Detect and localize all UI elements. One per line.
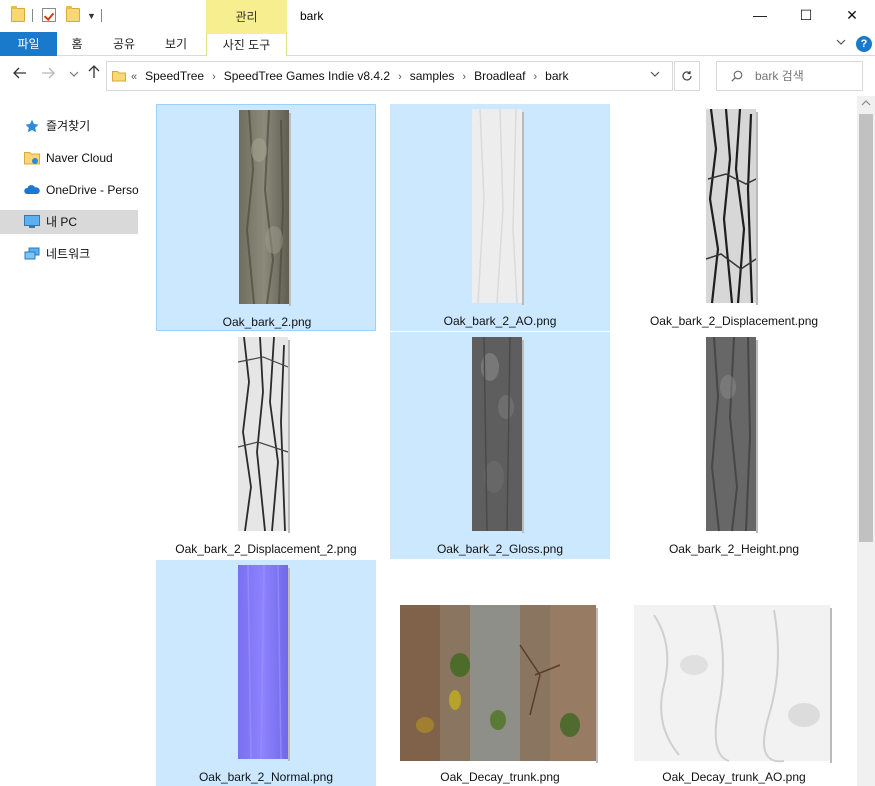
back-arrow-icon	[13, 67, 26, 79]
thumbnail-bark-color	[239, 110, 291, 306]
nav-item-label: 즐겨찾기	[46, 119, 91, 133]
help-icon[interactable]: ?	[856, 36, 872, 52]
file-list: Oak_bark_2.png Oak_bark_2_AO.png Oak_bar…	[142, 96, 856, 786]
navigation-bar: « SpeedTree › SpeedTree Games Indie v8.4.2 ›…	[0, 57, 875, 95]
tab-picture-tools[interactable]: 사진 도구	[206, 32, 287, 56]
star-icon	[25, 119, 39, 133]
chevron-down-icon	[69, 71, 79, 77]
breadcrumb-separator-icon[interactable]: ›	[533, 71, 537, 83]
properties-icon[interactable]	[42, 8, 56, 22]
search-input[interactable]	[755, 68, 855, 84]
vertical-scrollbar[interactable]	[857, 96, 875, 786]
qa-separator	[32, 9, 33, 22]
nav-item-onedrive[interactable]: OneDrive - Perso	[0, 178, 139, 202]
forward-arrow-icon	[42, 67, 55, 79]
tab-share[interactable]: 공유	[104, 32, 144, 56]
file-tile[interactable]: Oak_bark_2_Displacement_2.png	[156, 332, 376, 559]
file-tile[interactable]: Oak_bark_2_Normal.png	[156, 560, 376, 786]
expand-ribbon-icon[interactable]	[836, 37, 846, 47]
tab-view[interactable]: 보기	[156, 32, 196, 56]
up-arrow-icon	[88, 65, 100, 78]
breadcrumb-separator-icon[interactable]: ›	[212, 71, 216, 83]
search-icon	[731, 70, 743, 82]
thumbnail-decay-trunk-ao	[634, 605, 832, 763]
address-history-dropdown-icon[interactable]	[650, 70, 660, 78]
thumbnail-decay-trunk	[400, 605, 598, 763]
file-tile[interactable]: Oak_Decay_trunk_AO.png	[624, 560, 844, 786]
file-tile[interactable]: Oak_bark_2_AO.png	[390, 104, 610, 331]
scroll-up-arrow-icon[interactable]	[861, 100, 871, 106]
search-box[interactable]	[716, 61, 863, 91]
nav-item-network[interactable]: 네트워크	[0, 242, 138, 266]
navigation-pane: 즐겨찾기 Naver Cloud OneDrive - Perso 내 PC 네…	[0, 104, 142, 786]
pc-icon	[24, 215, 40, 228]
breadcrumb-overflow[interactable]: «	[131, 71, 137, 83]
nav-item-naver-cloud[interactable]: Naver Cloud	[0, 146, 138, 170]
file-tile[interactable]: Oak_bark_2_Gloss.png	[390, 332, 610, 559]
breadcrumb-separator-icon[interactable]: ›	[398, 71, 402, 83]
breadcrumb-item[interactable]: bark	[545, 69, 568, 83]
cloud-folder-icon	[24, 152, 40, 165]
file-name: Oak_bark_2_AO.png	[443, 314, 557, 328]
thumbnail-bark-ao	[472, 109, 524, 305]
ribbon-tabs: 파일 홈 공유 보기 사진 도구 ?	[0, 32, 875, 56]
file-tile[interactable]: Oak_bark_2_Height.png	[624, 332, 844, 559]
thumbnail-bark-gloss	[472, 337, 524, 533]
new-folder-icon[interactable]	[66, 6, 80, 22]
file-name: Oak_Decay_trunk.png	[440, 770, 560, 784]
minimize-button[interactable]: —	[737, 0, 783, 32]
breadcrumb-item[interactable]: Broadleaf	[474, 69, 525, 83]
file-tile[interactable]: Oak_Decay_trunk.png	[390, 560, 610, 786]
nav-item-label: 네트워크	[46, 247, 91, 261]
thumbnail-bark-height	[706, 337, 758, 533]
thumbnail-bark-displacement-2	[238, 337, 290, 533]
breadcrumb-item[interactable]: SpeedTree	[145, 69, 204, 83]
file-explorer-window: ▼ 관리 bark — ☐ ✕ 파일 홈 공유 보기 사진 도구 ? « Spe…	[0, 0, 875, 786]
maximize-button[interactable]: ☐	[783, 0, 829, 32]
file-name: Oak_bark_2_Displacement_2.png	[175, 542, 357, 556]
folder-icon	[112, 71, 126, 82]
refresh-button[interactable]	[674, 61, 700, 91]
tab-home[interactable]: 홈	[62, 32, 92, 56]
close-button[interactable]: ✕	[829, 0, 875, 32]
file-tile[interactable]: Oak_bark_2_Displacement.png	[624, 104, 844, 331]
nav-item-quick-access[interactable]: 즐겨찾기	[0, 114, 138, 138]
back-button[interactable]	[10, 65, 30, 85]
thumbnail-bark-displacement	[706, 109, 758, 305]
breadcrumb-separator-icon[interactable]: ›	[462, 71, 466, 83]
nav-item-label: 내 PC	[46, 215, 78, 229]
window-title: bark	[300, 9, 324, 23]
breadcrumb: « SpeedTree › SpeedTree Games Indie v8.4.2 ›…	[131, 62, 568, 90]
tab-file[interactable]: 파일	[0, 32, 57, 56]
file-name: Oak_bark_2_Gloss.png	[436, 542, 564, 556]
thumbnail-bark-normal	[238, 565, 290, 761]
breadcrumb-item[interactable]: SpeedTree Games Indie v8.4.2	[224, 69, 390, 83]
context-group-label: 관리	[206, 0, 287, 32]
onedrive-icon	[24, 185, 40, 194]
file-name: Oak_Decay_trunk_AO.png	[662, 770, 806, 784]
up-button[interactable]	[84, 65, 104, 85]
file-name: Oak_bark_2.png	[222, 315, 312, 329]
nav-item-this-pc[interactable]: 내 PC	[0, 210, 138, 234]
nav-item-label: OneDrive - Perso	[46, 183, 139, 197]
breadcrumb-item[interactable]: samples	[410, 69, 455, 83]
file-tile[interactable]: Oak_bark_2.png	[156, 104, 376, 331]
customize-quick-access-icon[interactable]: ▼	[87, 11, 96, 21]
file-name: Oak_bark_2_Displacement.png	[649, 314, 819, 328]
refresh-icon	[682, 71, 692, 81]
file-name: Oak_bark_2_Normal.png	[198, 770, 334, 784]
network-icon	[24, 247, 40, 260]
title-bar: ▼ 관리 bark — ☐ ✕	[0, 0, 875, 32]
file-name: Oak_bark_2_Height.png	[668, 542, 800, 556]
forward-button[interactable]	[38, 65, 58, 85]
address-bar[interactable]: « SpeedTree › SpeedTree Games Indie v8.4.2 ›…	[106, 61, 673, 91]
nav-item-label: Naver Cloud	[46, 151, 113, 165]
qa-separator	[101, 9, 102, 22]
scrollbar-thumb[interactable]	[859, 114, 873, 542]
folder-icon	[11, 6, 25, 22]
recent-locations-button[interactable]	[64, 65, 84, 85]
